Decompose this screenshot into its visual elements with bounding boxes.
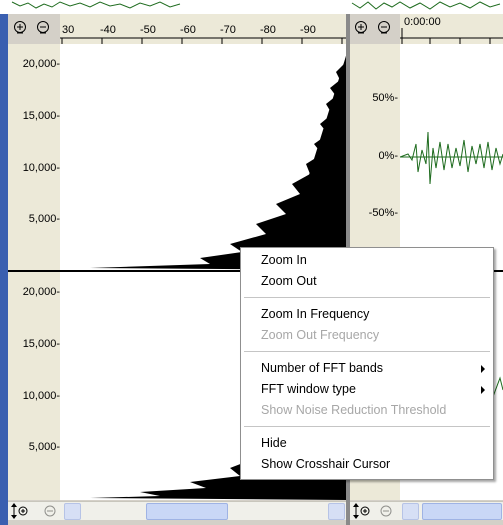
zoom-out-icon[interactable] — [377, 20, 393, 36]
menu-item-show-crosshair-cursor[interactable]: Show Crosshair Cursor — [261, 457, 390, 471]
menu-item-show-noise-reduction-threshold: Show Noise Reduction Threshold — [261, 403, 447, 417]
amplitude-ruler: 30 -40 -50 -60 -70 -80 -90 — [60, 14, 346, 44]
context-menu: Zoom In Zoom Out Zoom In Frequency Zoom … — [240, 247, 494, 480]
menu-item-fft-bands[interactable]: Number of FFT bands — [261, 361, 383, 375]
top-waveform-strip — [0, 0, 503, 14]
amp-tick: 50%- — [372, 92, 398, 104]
menu-item-hide[interactable]: Hide — [261, 436, 287, 450]
scroll-right-arrow-icon[interactable] — [328, 503, 345, 520]
submenu-arrow-icon — [481, 365, 485, 373]
y-tick: 15,000- — [22, 338, 60, 350]
scrollbar-thumb[interactable] — [422, 503, 502, 520]
menu-item-zoom-out[interactable]: Zoom Out — [261, 274, 317, 288]
time-ruler-marks — [400, 28, 503, 44]
submenu-arrow-icon — [481, 386, 485, 394]
vertical-zoom-icon[interactable] — [352, 502, 372, 525]
right-horizontal-scrollbar[interactable] — [350, 501, 503, 520]
amp-tick: -50%- — [368, 207, 398, 219]
menu-item-fft-window-type[interactable]: FFT window type — [261, 382, 356, 396]
menu-item-zoom-in-frequency[interactable]: Zoom In Frequency — [261, 307, 369, 321]
upper-spectrum-plot[interactable] — [60, 44, 346, 270]
upper-spectrum-graph — [90, 56, 346, 270]
ruler-tick-marks — [60, 37, 346, 44]
y-tick: 20,000- — [22, 286, 60, 298]
y-tick: 20,000- — [22, 58, 60, 70]
left-horizontal-scrollbar[interactable] — [8, 501, 346, 520]
vertical-zoom-out-icon — [42, 503, 58, 524]
y-tick: 5,000- — [28, 441, 60, 453]
vertical-zoom-icon[interactable] — [10, 502, 30, 525]
vertical-zoom-out-icon — [378, 503, 394, 524]
scrollbar-thumb[interactable] — [146, 503, 228, 520]
zoom-in-icon[interactable] — [13, 20, 29, 36]
amp-tick: 0%- — [378, 150, 398, 162]
scroll-left-arrow-icon[interactable] — [402, 503, 419, 520]
y-tick: 10,000- — [22, 390, 60, 402]
frequency-axis: 20,000- 15,000- 10,000- 5,000- 20,000- 1… — [8, 44, 60, 500]
zoom-in-icon[interactable] — [354, 20, 370, 36]
y-tick: 5,000- — [28, 213, 60, 225]
menu-separator — [244, 426, 490, 427]
zoom-out-icon[interactable] — [36, 20, 52, 36]
menu-separator — [244, 297, 490, 298]
menu-item-zoom-in[interactable]: Zoom In — [261, 253, 307, 267]
y-tick: 15,000- — [22, 110, 60, 122]
scroll-left-arrow-icon[interactable] — [64, 503, 81, 520]
menu-separator — [244, 351, 490, 352]
top-waveform — [11, 1, 501, 10]
time-ruler: 0:00:00 — [400, 14, 503, 44]
left-window-edge — [0, 14, 8, 525]
menu-item-zoom-out-frequency: Zoom Out Frequency — [261, 328, 380, 342]
y-tick: 10,000- — [22, 162, 60, 174]
